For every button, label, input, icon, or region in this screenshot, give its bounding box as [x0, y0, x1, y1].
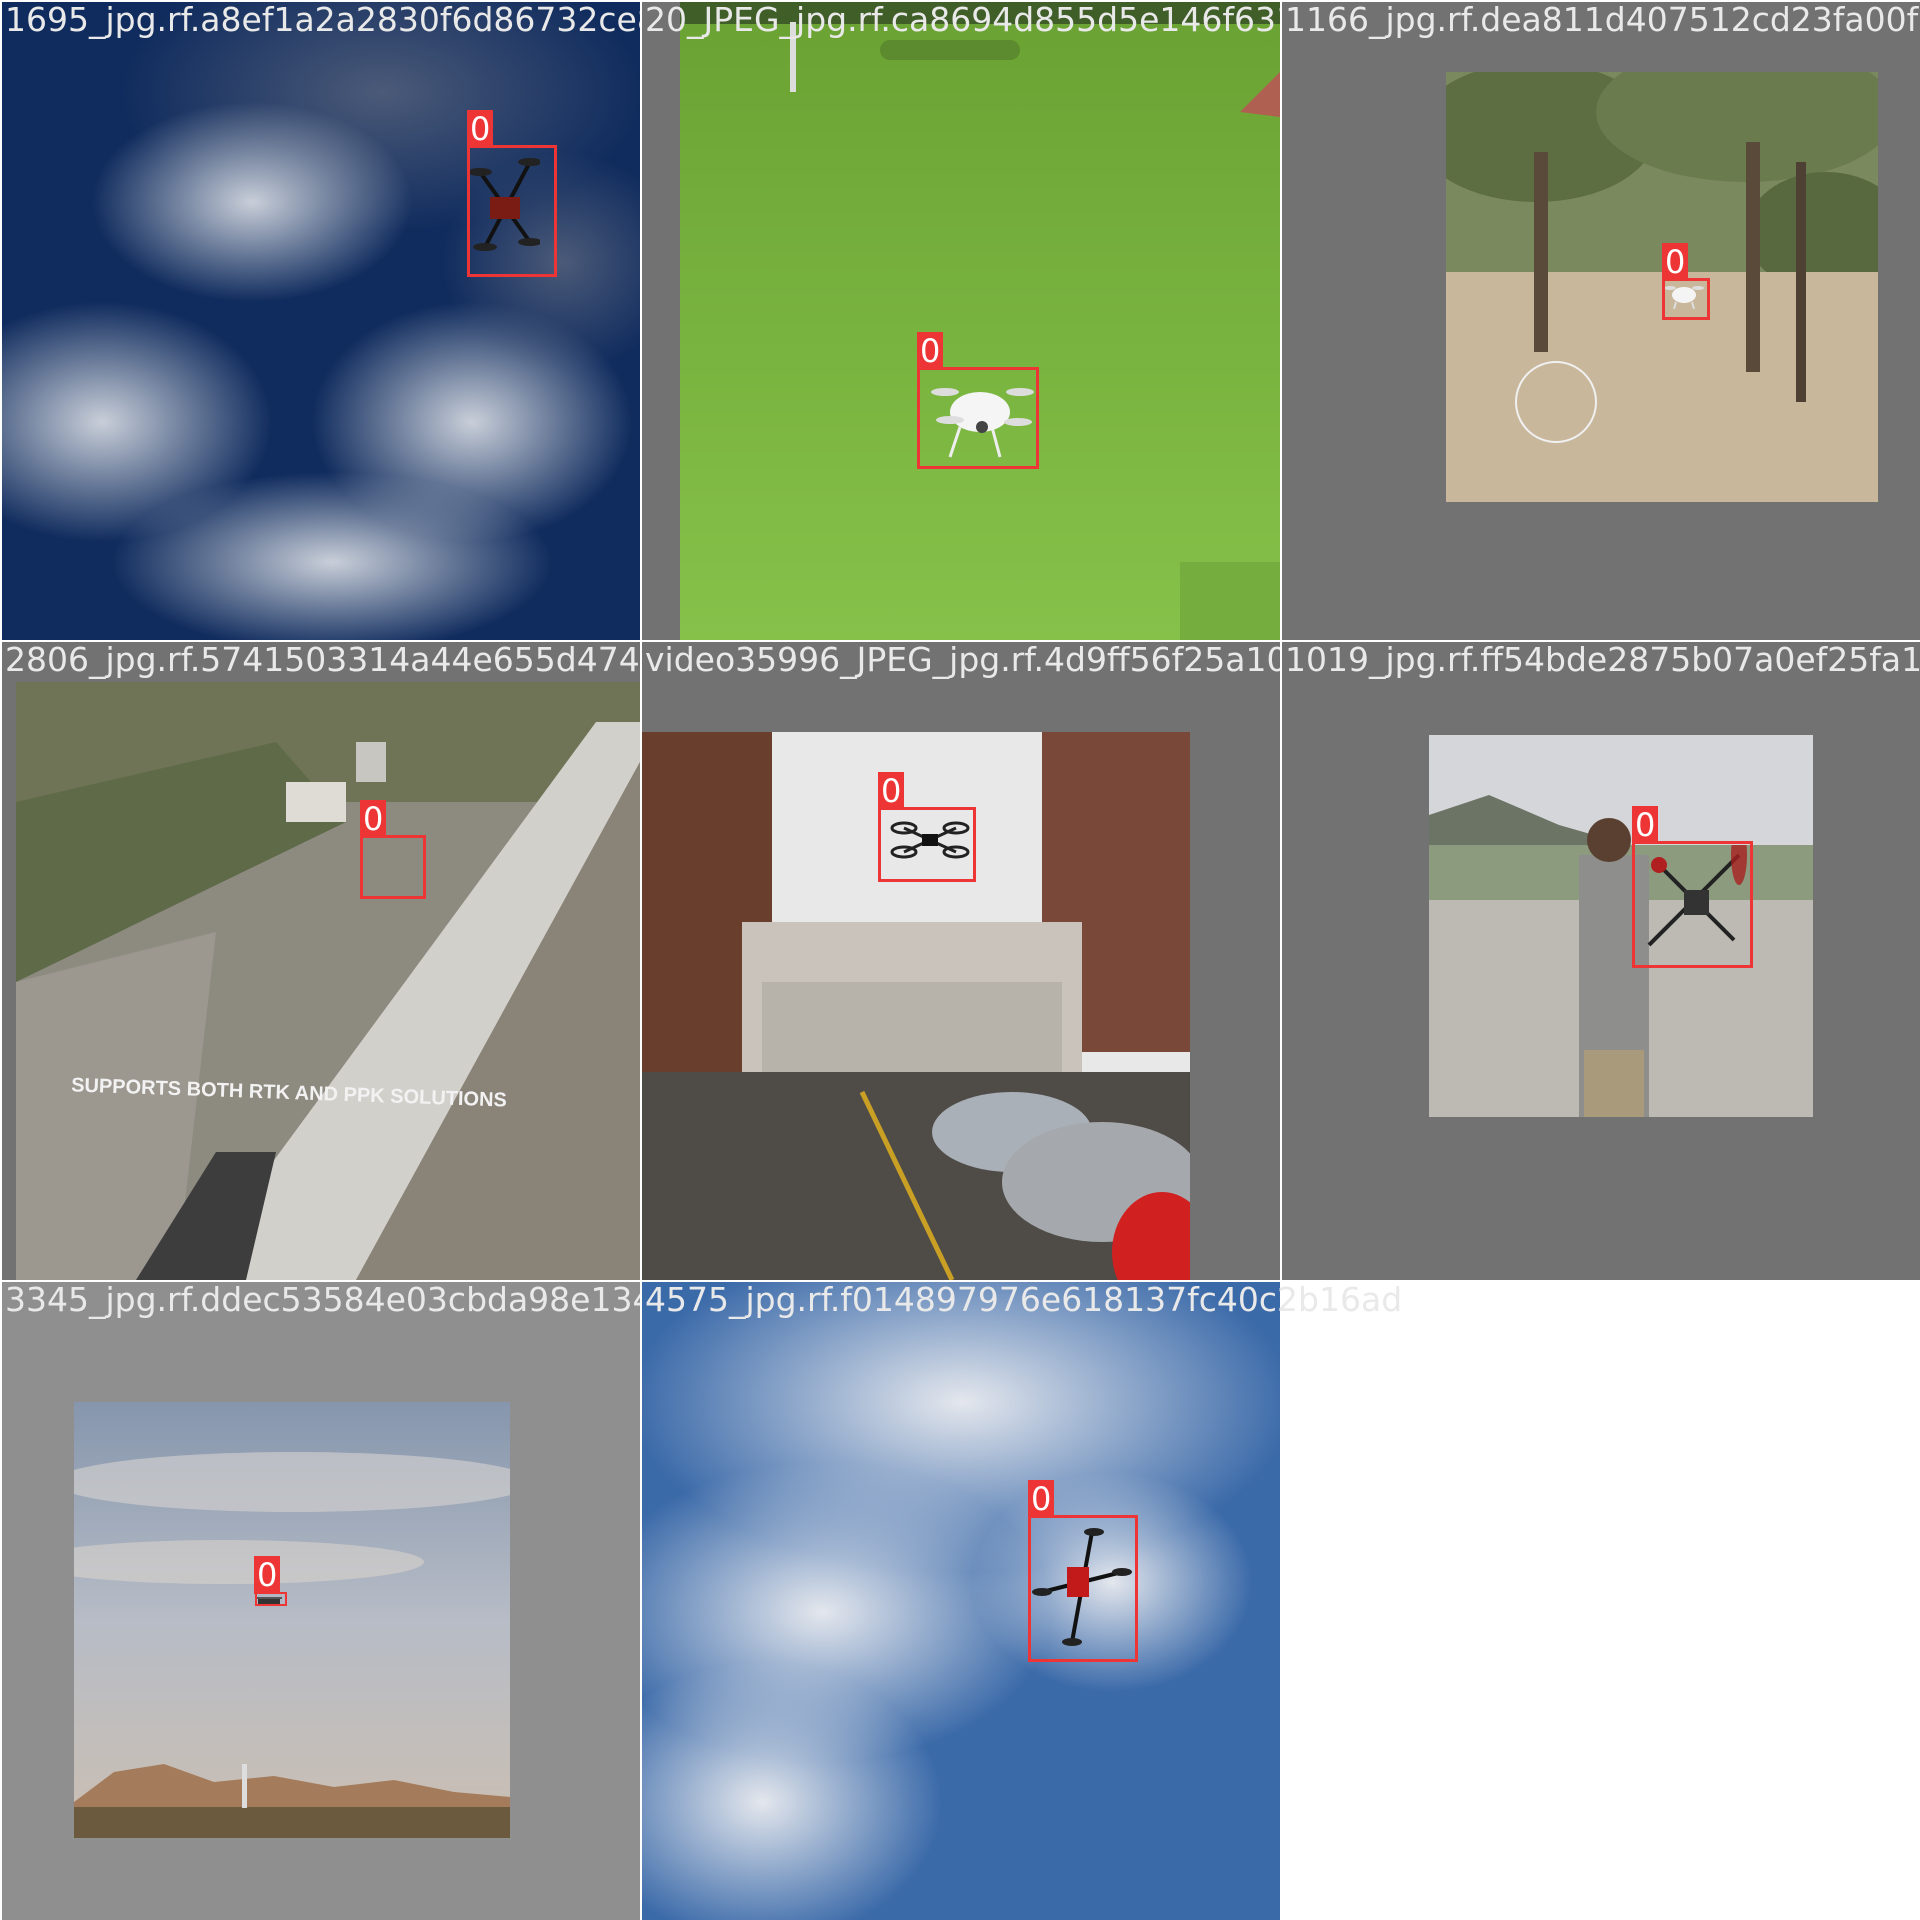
filename-label: 20_JPEG_jpg.rf.ca8694d855d5e146f63117689 — [645, 2, 1280, 39]
mosaic-tile-7: 0 3345_jpg.rf.ddec53584e03cbda98e1346762… — [2, 1282, 640, 1920]
mosaic-tile-4: SUPPORTS BOTH RTK AND PPK SOLUTIONS 0 28… — [2, 642, 640, 1280]
aerial-scene — [16, 682, 640, 1280]
class-label: 0 — [254, 1556, 281, 1594]
detection-box: 0 — [1662, 243, 1710, 320]
lawn-scene — [680, 2, 1280, 640]
class-label: 0 — [467, 110, 494, 148]
detection-box: 0 — [917, 332, 1039, 469]
detection-box: 0 — [1632, 806, 1753, 968]
class-label: 0 — [1662, 243, 1689, 281]
plaza-scene — [1429, 735, 1813, 1117]
photo-sky-clouds — [2, 2, 640, 640]
mosaic-tile-6: 0 1019_jpg.rf.ff54bde2875b07a0ef25fa1 — [1282, 642, 1920, 1280]
mosaic-tile-2: 0 20_JPEG_jpg.rf.ca8694d855d5e146f631176… — [642, 2, 1280, 640]
filename-label: video35996_JPEG_jpg.rf.4d9ff56f25a1081a — [645, 642, 1280, 679]
detection-box: 0 — [467, 110, 557, 277]
mosaic-tile-8: 0 4575_jpg.rf.f014897976e618137fc40c2b16… — [642, 1280, 1402, 1920]
detection-box: 0 — [878, 772, 976, 882]
photo-lawn — [680, 2, 1280, 640]
detection-box: 0 — [1028, 1480, 1138, 1662]
filename-label: 3345_jpg.rf.ddec53584e03cbda98e134676230 — [5, 1282, 640, 1319]
filename-label: 1019_jpg.rf.ff54bde2875b07a0ef25fa1 — [1285, 642, 1920, 679]
detection-box: 0 — [254, 1556, 287, 1606]
filename-label: 2806_jpg.rf.5741503314a44e655d474dd8497 — [5, 642, 640, 679]
class-label: 0 — [917, 332, 944, 370]
photo-man-with-drone — [1429, 735, 1813, 1117]
photo-overcast-landscape — [74, 1402, 510, 1838]
filename-label: 1166_jpg.rf.dea811d407512cd23fa00f — [1285, 2, 1919, 39]
class-label: 0 — [878, 772, 905, 810]
photo-blue-sky — [642, 1282, 1280, 1920]
class-label: 0 — [1028, 1480, 1055, 1518]
photo-aerial-site: SUPPORTS BOTH RTK AND PPK SOLUTIONS — [16, 682, 640, 1280]
filename-label: 1695_jpg.rf.a8ef1a2a2830f6d86732ce82cd8E — [5, 2, 640, 39]
detection-box: 0 — [360, 800, 426, 899]
cloud-scene — [2, 2, 640, 640]
mosaic-tile-5: 0 video35996_JPEG_jpg.rf.4d9ff56f25a1081… — [642, 642, 1280, 1280]
mosaic-tile-1: 0 1695_jpg.rf.a8ef1a2a2830f6d86732ce82cd… — [2, 2, 640, 640]
sky-scene — [642, 1282, 1280, 1920]
class-label: 0 — [360, 800, 387, 838]
mosaic-tile-3: 0 1166_jpg.rf.dea811d407512cd23fa00f — [1282, 2, 1920, 640]
landscape-scene — [74, 1402, 510, 1838]
filename-label: 4575_jpg.rf.f014897976e618137fc40c2b16ad — [645, 1280, 1403, 1319]
class-label: 0 — [1632, 806, 1659, 844]
